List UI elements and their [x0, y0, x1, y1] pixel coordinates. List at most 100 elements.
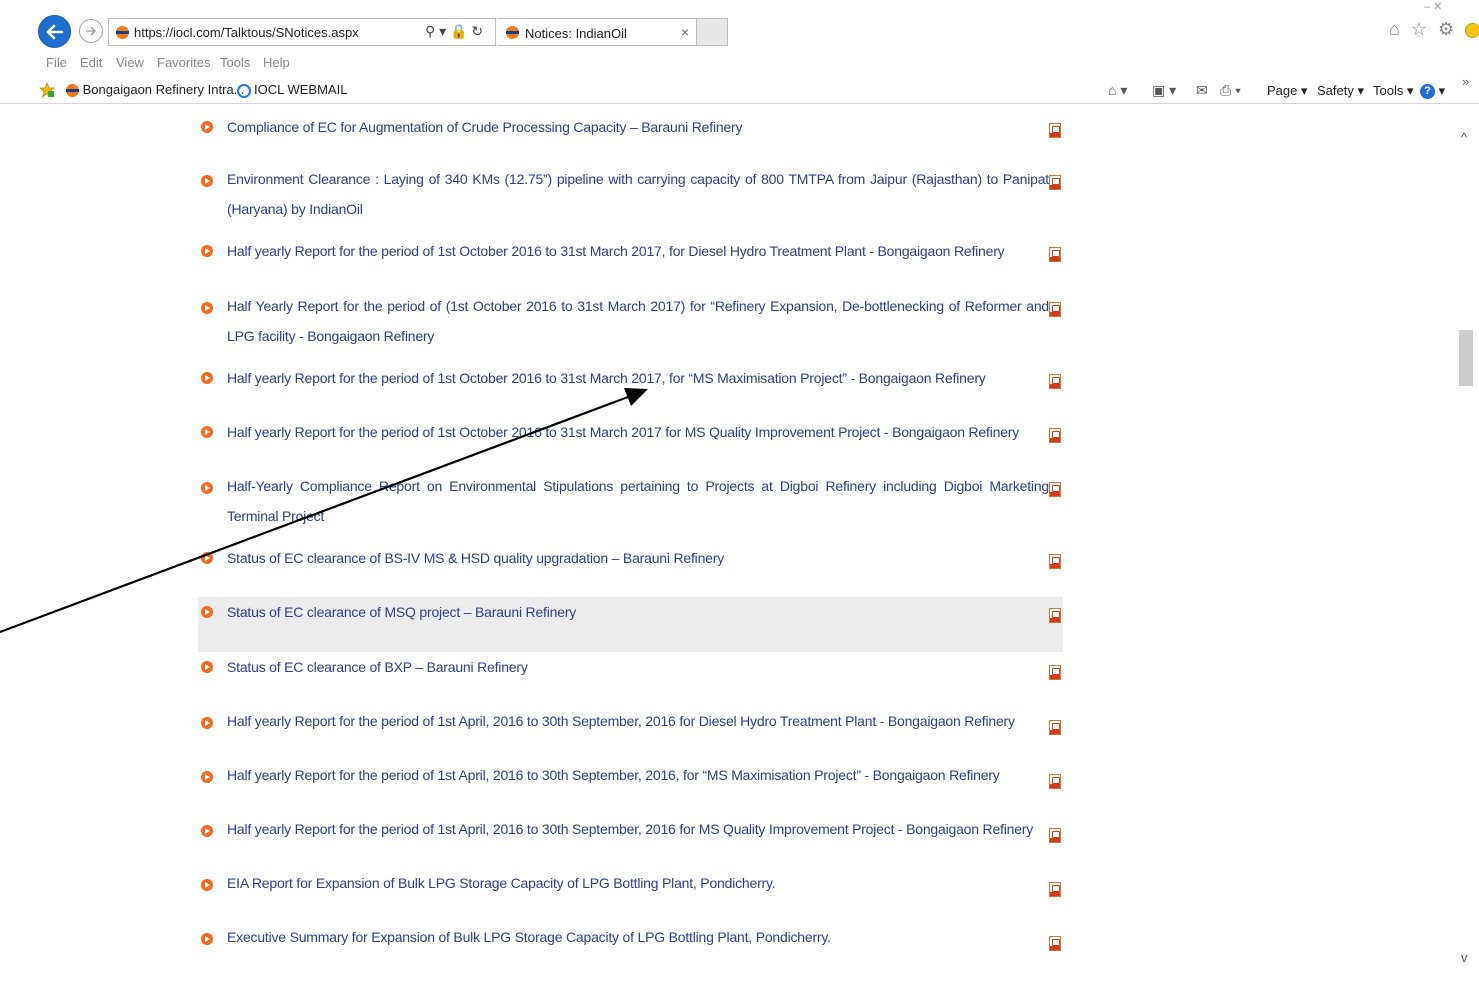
forward-button[interactable] [79, 19, 103, 43]
scroll-down-icon[interactable]: v [1461, 950, 1468, 965]
ie-page-icon [237, 83, 251, 98]
arrow-right-icon [86, 26, 97, 36]
favorites-bar: Bongaigaon Refinery Intra... IOCL WEBMAI… [0, 74, 1479, 104]
pdf-icon[interactable] [1049, 608, 1061, 623]
bullet-arrow-icon [201, 606, 213, 618]
url-text[interactable]: https://iocl.com/Talktous/SNotices.aspx [134, 25, 359, 40]
page-menu[interactable]: Page ▾ [1267, 83, 1308, 99]
pdf-icon[interactable] [1049, 774, 1061, 789]
home-star-gear-icons[interactable]: ⌂ ☆ ⚙ [1389, 19, 1457, 39]
list-item: Status of EC clearance of BS-IV MS & HSD… [198, 541, 1063, 581]
safety-menu[interactable]: Safety ▾ [1317, 83, 1364, 99]
favorite-bongaigaon[interactable]: Bongaigaon Refinery Intra... [66, 82, 245, 98]
pdf-icon[interactable] [1049, 247, 1061, 262]
vertical-scrollbar[interactable]: ^ v [1456, 104, 1479, 983]
list-item: Half yearly Report for the period of 1st… [198, 234, 1063, 274]
favorite-iocl-webmail[interactable]: IOCL WEBMAIL [237, 82, 347, 98]
indianoil-favicon-icon [116, 26, 129, 39]
list-item: Environment Clearance : Laying of 340 KM… [198, 164, 1063, 224]
bullet-arrow-icon [201, 302, 213, 314]
pdf-icon[interactable] [1049, 374, 1061, 389]
bullet-arrow-icon [201, 372, 213, 384]
notice-link[interactable]: Executive Summary for Expansion of Bulk … [227, 922, 1049, 952]
indianoil-favicon-icon [66, 84, 79, 98]
pdf-icon[interactable] [1049, 936, 1061, 951]
scroll-thumb[interactable] [1459, 330, 1473, 386]
feeds-icon[interactable]: ▣ ▾ [1152, 82, 1176, 99]
notice-link[interactable]: Half yearly Report for the period of 1st… [227, 363, 1049, 393]
menu-view[interactable]: View [116, 55, 144, 70]
pdf-icon[interactable] [1049, 665, 1061, 680]
bullet-arrow-icon [201, 879, 213, 891]
notice-link[interactable]: Half yearly Report for the period of 1st… [227, 236, 1049, 266]
list-item: Half yearly Report for the period of 1st… [198, 760, 1063, 800]
browser-right-icons[interactable]: ⌂ ☆ ⚙ [1389, 19, 1479, 40]
pdf-icon[interactable] [1049, 828, 1061, 843]
help-menu[interactable]: ? ▾ [1420, 83, 1445, 100]
bullet-arrow-icon [201, 933, 213, 945]
list-item: Half-Yearly Compliance Report on Environ… [198, 471, 1063, 531]
window-controls[interactable]: – ✕ [1424, 0, 1442, 13]
browser-toolbar: https://iocl.com/Talktous/SNotices.aspx … [0, 0, 1479, 50]
menu-edit[interactable]: Edit [80, 55, 102, 70]
notice-link[interactable]: Half yearly Report for the period of 1st… [227, 760, 1049, 790]
home-icon[interactable]: ⌂ ▾ [1108, 82, 1127, 99]
list-item: Half yearly Report for the period of 1st… [198, 706, 1063, 746]
help-icon: ? [1420, 84, 1435, 100]
chevron-more-icon[interactable]: » [1462, 74, 1469, 89]
pdf-icon[interactable] [1049, 482, 1061, 497]
bullet-arrow-icon [201, 482, 213, 494]
bullet-arrow-icon [201, 661, 213, 673]
notice-link[interactable]: Half yearly Report for the period of 1st… [227, 814, 1049, 844]
tab-close-icon[interactable]: × [681, 24, 689, 40]
bullet-arrow-icon [201, 245, 213, 257]
address-bar[interactable]: https://iocl.com/Talktous/SNotices.aspx … [108, 18, 496, 46]
list-item: Half yearly Report for the period of 1st… [198, 415, 1063, 455]
mail-icon[interactable]: ✉ [1196, 82, 1208, 99]
address-tools[interactable]: ⚲ ▾ 🔒 ↻ [425, 23, 483, 40]
list-item: Half yearly Report for the period of 1st… [198, 814, 1063, 854]
list-item: Compliance of EC for Augmentation of Cru… [198, 110, 1063, 150]
tab-notices[interactable]: Notices: IndianOil × [497, 18, 697, 46]
tab-title: Notices: IndianOil [525, 26, 627, 41]
menu-file[interactable]: File [46, 55, 67, 70]
tools-menu[interactable]: Tools ▾ [1373, 83, 1414, 99]
favorites-star-icon[interactable] [39, 82, 55, 98]
arrow-left-icon [46, 24, 64, 40]
bullet-arrow-icon [201, 121, 213, 133]
pdf-icon[interactable] [1049, 720, 1061, 735]
notice-link[interactable]: Compliance of EC for Augmentation of Cru… [227, 112, 1049, 142]
pdf-icon[interactable] [1049, 882, 1061, 897]
feedback-smiley-icon[interactable] [1465, 22, 1479, 38]
pdf-icon[interactable] [1049, 175, 1061, 190]
list-item: Status of EC clearance of BXP – Barauni … [198, 652, 1063, 692]
notice-link[interactable]: Environment Clearance : Laying of 340 KM… [227, 164, 1049, 224]
pdf-icon[interactable] [1049, 302, 1061, 317]
notices-page: Compliance of EC for Augmentation of Cru… [0, 104, 1456, 983]
menu-bar: File Edit View Favorites Tools Help [0, 52, 1479, 74]
notice-link[interactable]: Status of EC clearance of BS-IV MS & HSD… [227, 543, 1049, 573]
notice-link[interactable]: Half yearly Report for the period of 1st… [227, 706, 1049, 736]
bullet-arrow-icon [201, 771, 213, 783]
notice-link[interactable]: Status of EC clearance of BXP – Barauni … [227, 652, 1049, 682]
notice-link[interactable]: EIA Report for Expansion of Bulk LPG Sto… [227, 868, 1049, 898]
notice-link[interactable]: Half-Yearly Compliance Report on Environ… [227, 471, 1049, 531]
bullet-arrow-icon [201, 717, 213, 729]
pdf-icon[interactable] [1049, 428, 1061, 443]
scroll-up-icon[interactable]: ^ [1461, 130, 1467, 145]
pdf-icon[interactable] [1049, 123, 1061, 138]
new-tab-button[interactable] [697, 18, 728, 46]
menu-tools[interactable]: Tools [220, 55, 250, 70]
menu-help[interactable]: Help [263, 55, 290, 70]
bullet-arrow-icon [201, 825, 213, 837]
notice-link[interactable]: Status of EC clearance of MSQ project – … [227, 597, 1049, 627]
notice-link[interactable]: Half yearly Report for the period of 1st… [227, 417, 1049, 447]
indianoil-favicon-icon [506, 26, 519, 39]
list-item: Executive Summary for Expansion of Bulk … [198, 922, 1063, 962]
print-icon[interactable]: ⎙ ▾ [1220, 82, 1241, 99]
notice-link[interactable]: Half Yearly Report for the period of (1s… [227, 291, 1049, 351]
pdf-icon[interactable] [1049, 554, 1061, 569]
favorite-label: IOCL WEBMAIL [254, 82, 348, 97]
menu-favorites[interactable]: Favorites [157, 55, 210, 70]
back-button[interactable] [38, 15, 71, 48]
